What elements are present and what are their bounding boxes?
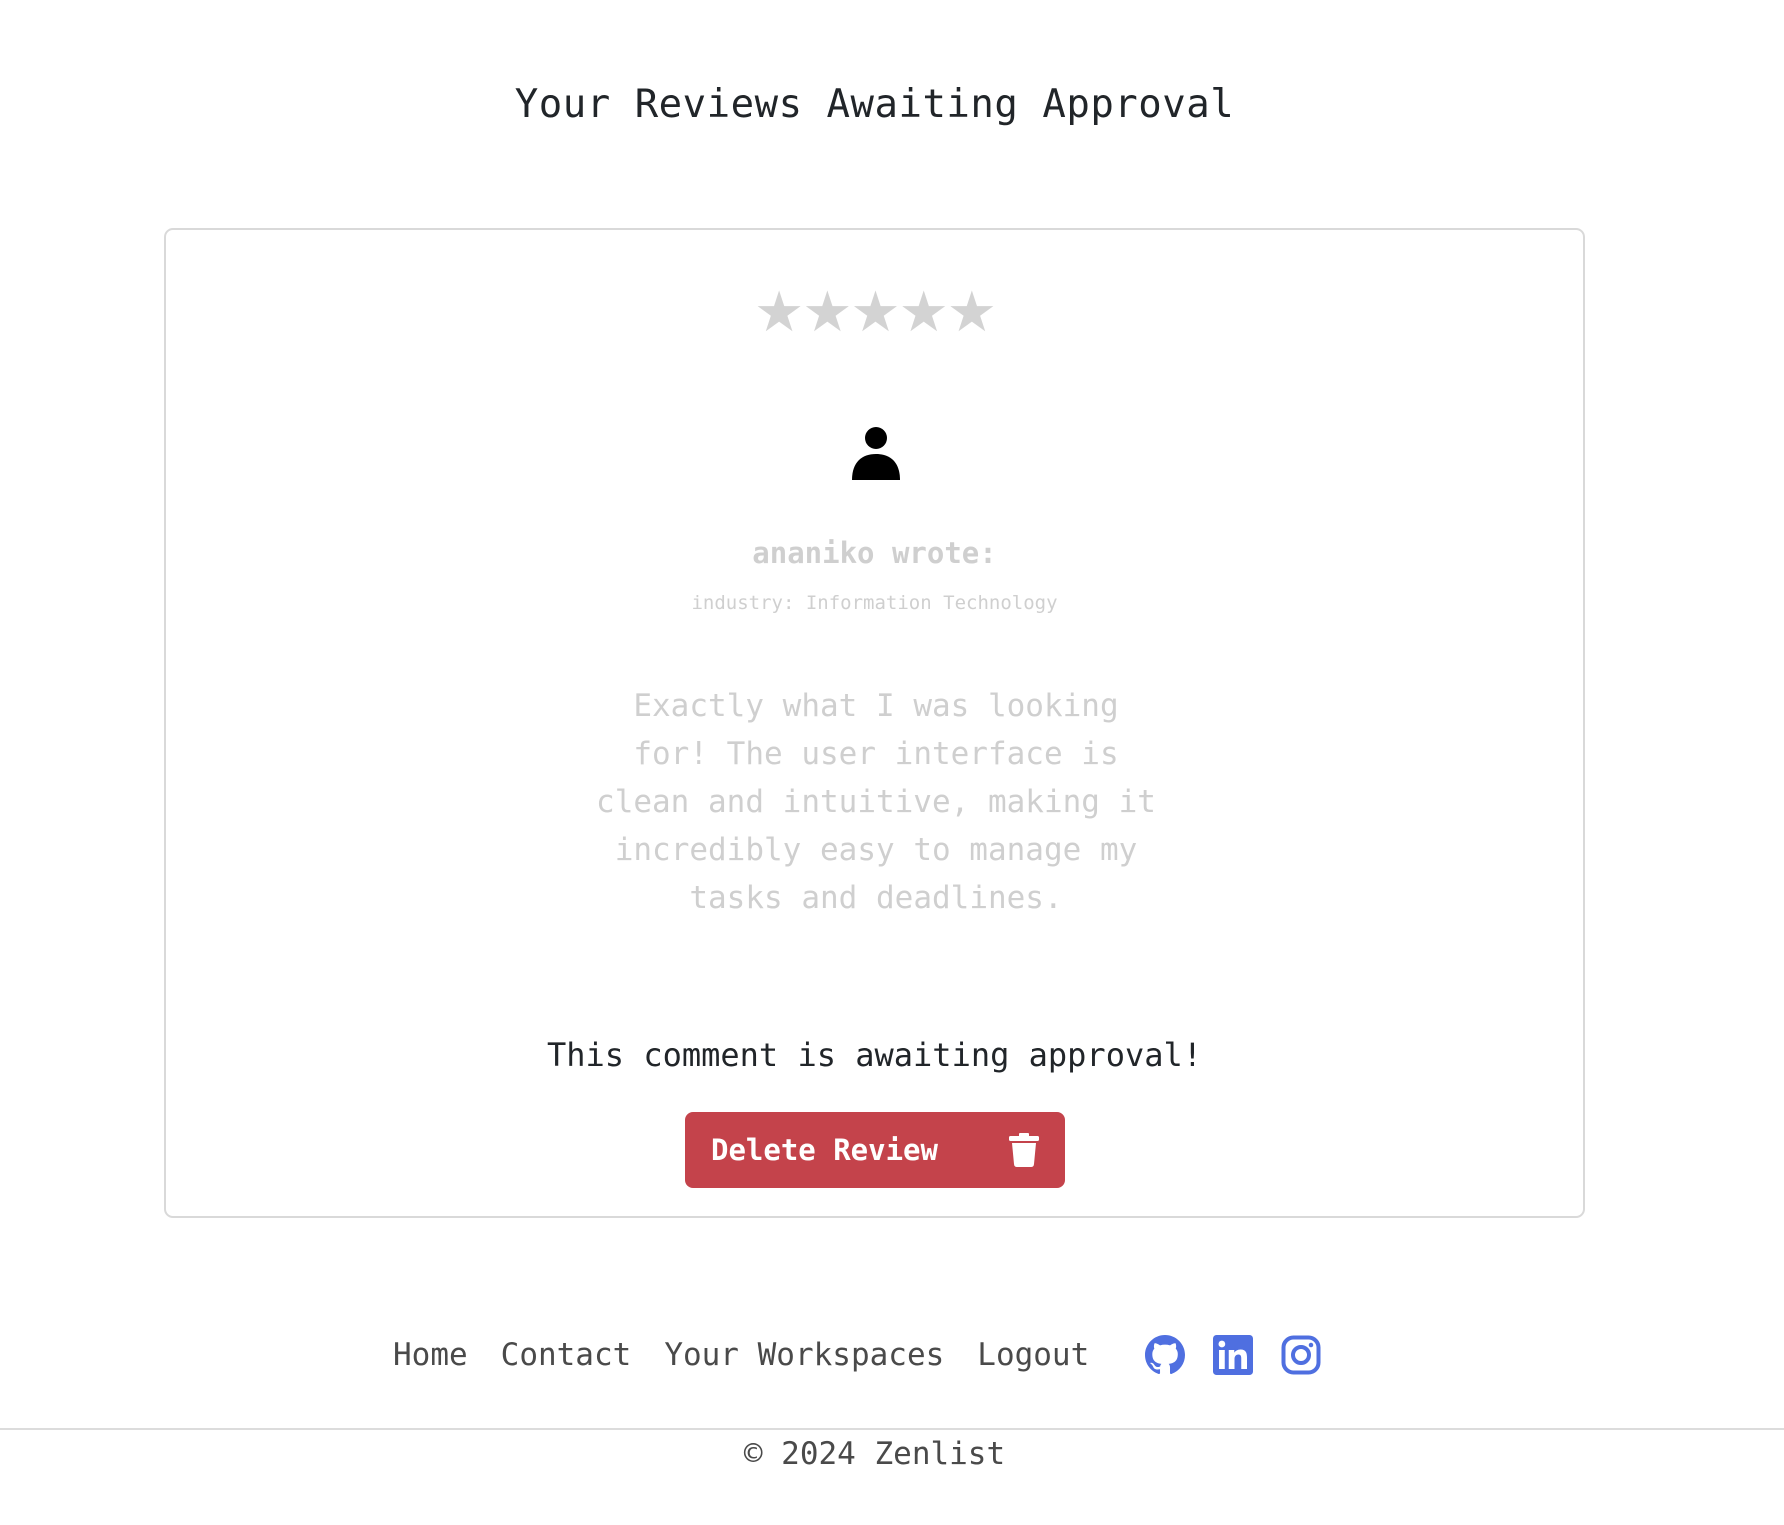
- review-text: Exactly what I was looking for! The user…: [596, 688, 1156, 916]
- trash-icon: [1009, 1133, 1039, 1167]
- delete-review-label: Delete Review: [711, 1133, 938, 1167]
- copyright: © 2024 Zenlist: [743, 1436, 1006, 1472]
- delete-review-button[interactable]: Delete Review: [685, 1112, 1065, 1188]
- star-4-icon[interactable]: ★: [899, 285, 949, 341]
- footer-link-logout[interactable]: Logout: [977, 1337, 1089, 1373]
- footer-link-contact[interactable]: Contact: [501, 1337, 632, 1373]
- star-5-icon[interactable]: ★: [947, 285, 997, 341]
- footer-nav: Home Contact Your Workspaces Logout: [393, 1330, 1349, 1380]
- star-1-icon[interactable]: ★: [754, 285, 804, 341]
- review-industry: industry: Information Technology: [691, 592, 1058, 614]
- footer-link-workspaces[interactable]: Your Workspaces: [664, 1337, 944, 1373]
- footer-link-home[interactable]: Home: [393, 1337, 468, 1373]
- star-2-icon[interactable]: ★: [802, 285, 852, 341]
- linkedin-icon[interactable]: [1213, 1335, 1254, 1375]
- approval-status-message: This comment is awaiting approval!: [546, 1036, 1203, 1074]
- page-title: Your Reviews Awaiting Approval: [514, 82, 1235, 127]
- star-3-icon[interactable]: ★: [850, 285, 900, 341]
- footer-divider: [0, 1428, 1784, 1430]
- review-author: ananiko wrote:: [752, 536, 997, 570]
- user-icon: [852, 427, 900, 480]
- page: Your Reviews Awaiting Approval ★★★★★ ana…: [0, 0, 1784, 1525]
- review-card: ★★★★★ ananiko wrote: industry: Informati…: [164, 228, 1585, 1218]
- instagram-icon[interactable]: [1281, 1335, 1321, 1375]
- github-icon[interactable]: [1145, 1335, 1186, 1375]
- star-rating: ★★★★★: [166, 285, 1583, 341]
